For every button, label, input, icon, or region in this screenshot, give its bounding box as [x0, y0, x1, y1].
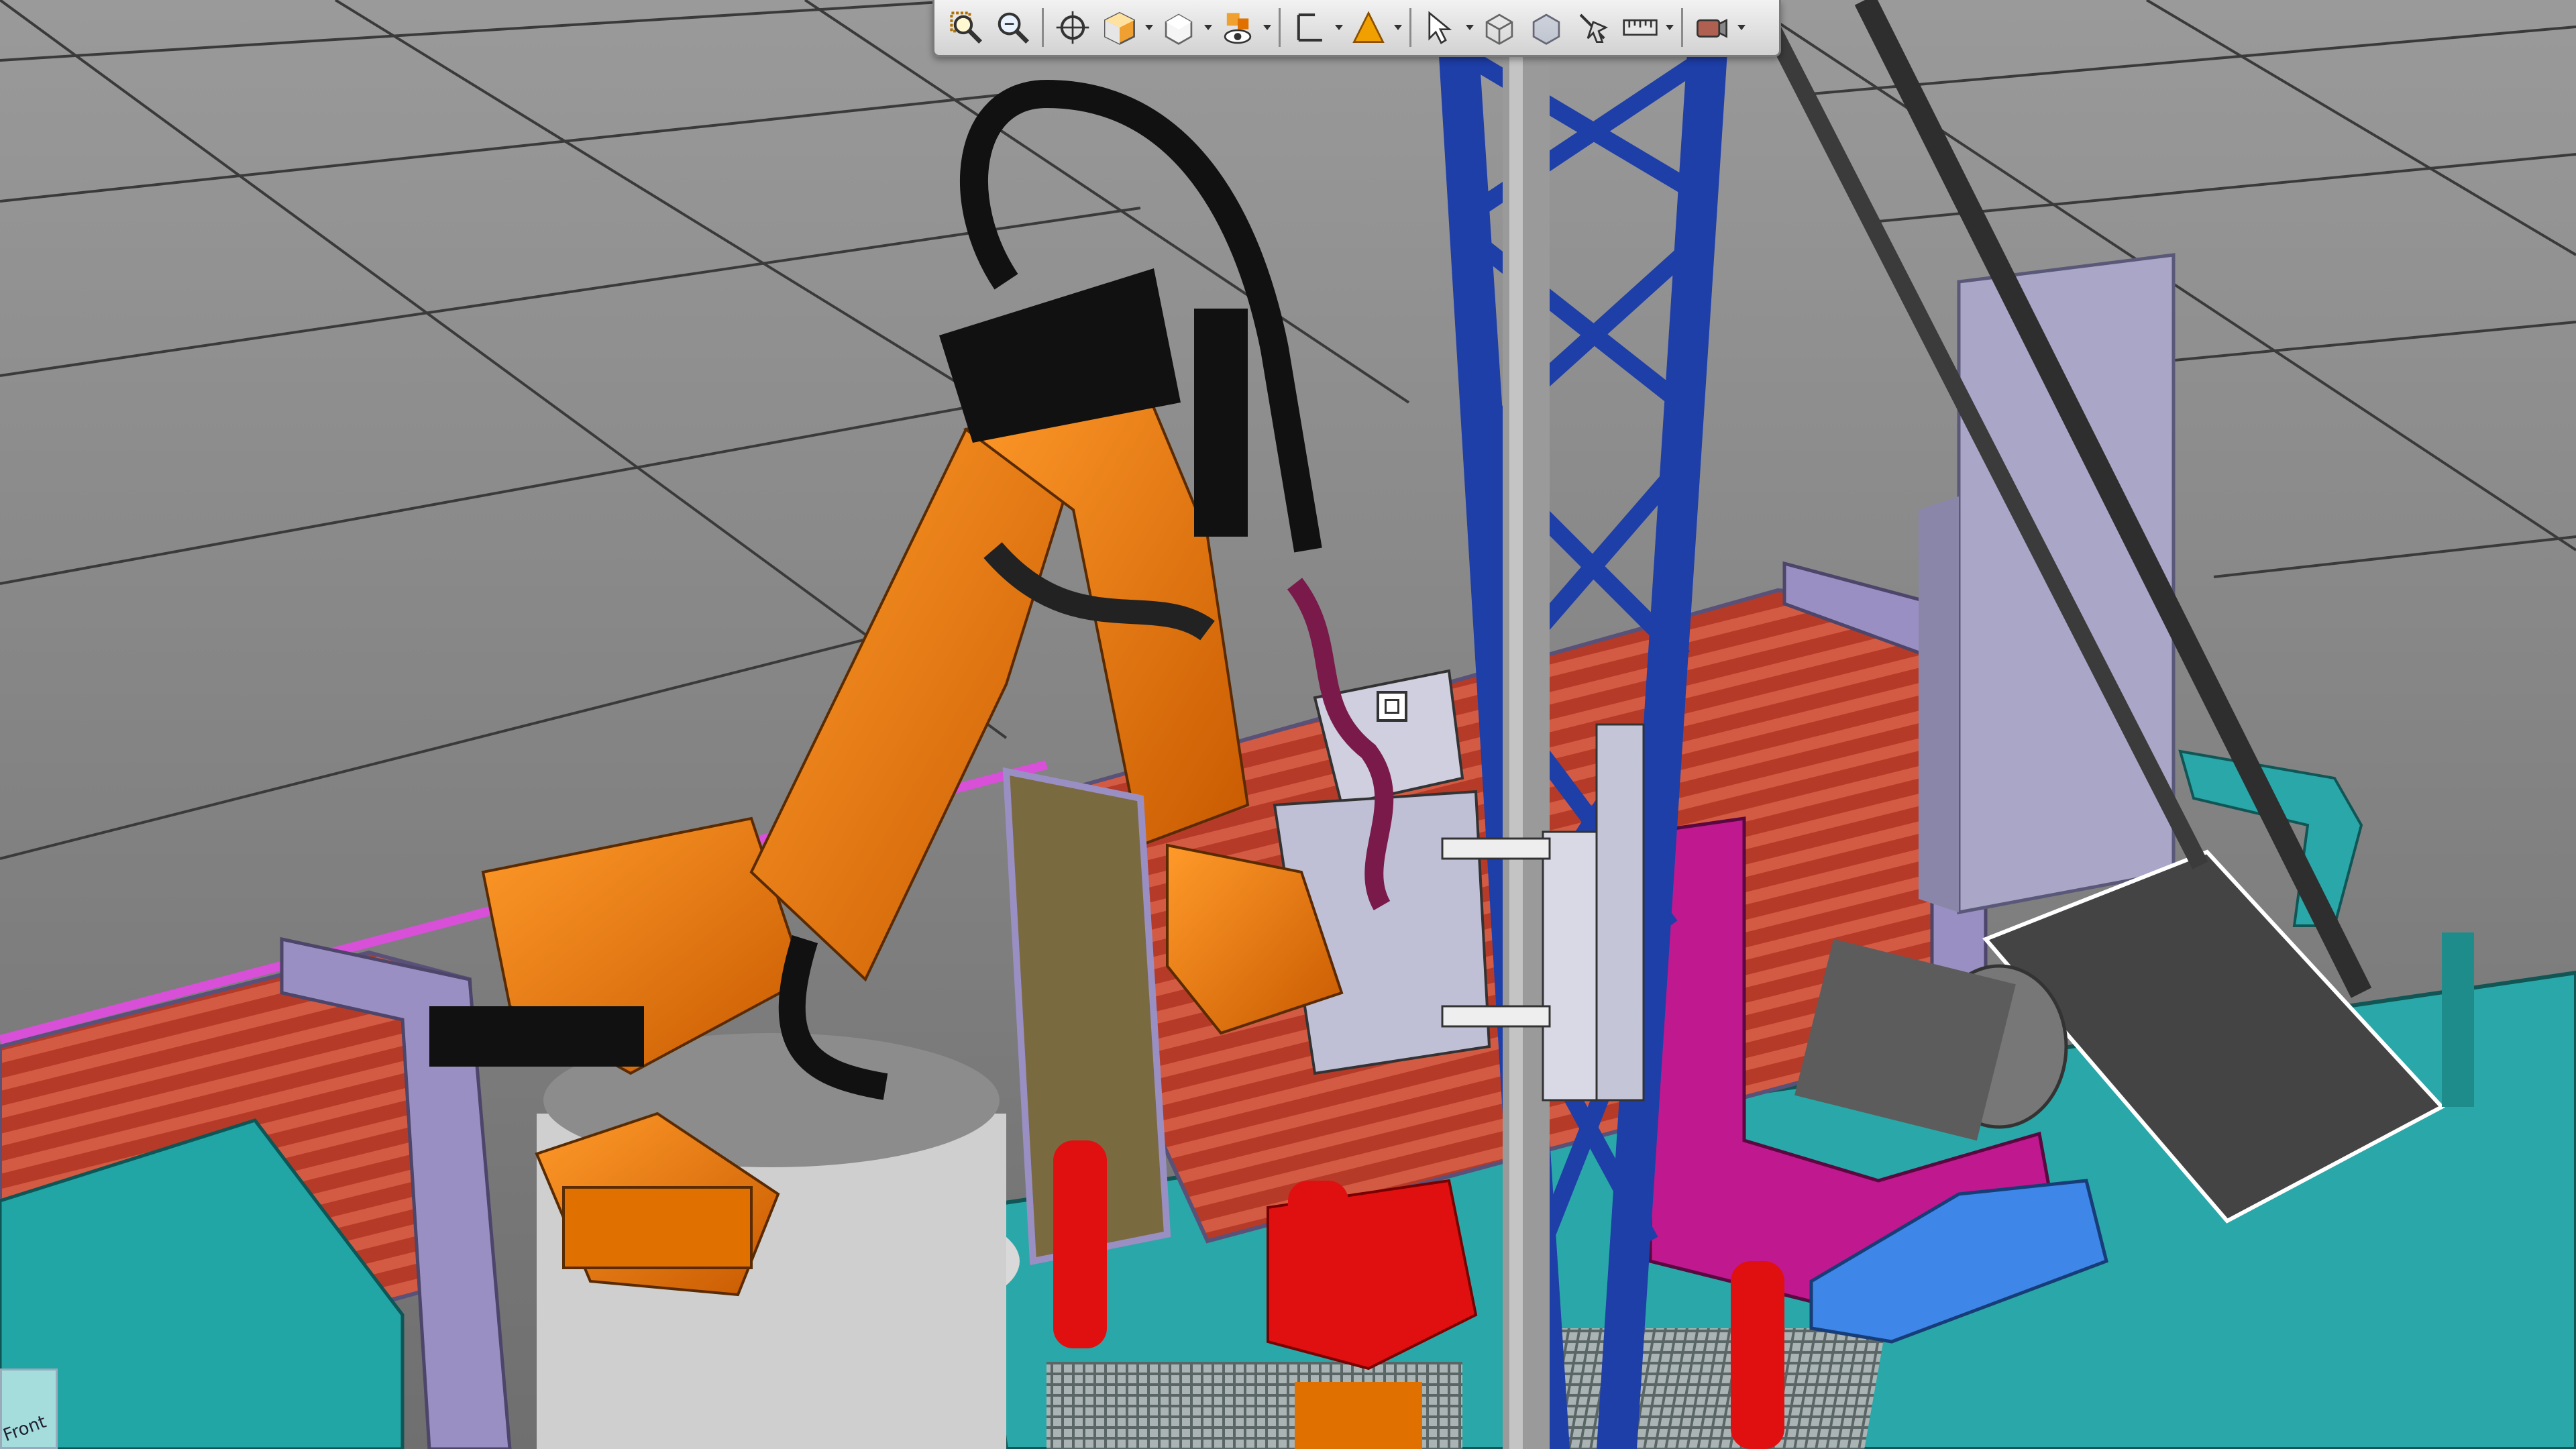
- select-button[interactable]: [1418, 5, 1462, 50]
- orange-flange: [1295, 1382, 1422, 1449]
- 3d-scene[interactable]: [0, 0, 2576, 1449]
- visibility-button[interactable]: [1216, 5, 1260, 50]
- viewport-toolbar: [932, 0, 1781, 57]
- center-view-button[interactable]: [1051, 5, 1095, 50]
- toolbar-separator: [1042, 8, 1044, 47]
- snap-point-button[interactable]: [1346, 5, 1391, 50]
- camera-icon: [1697, 19, 1727, 38]
- transparent-box-icon: [1532, 13, 1560, 45]
- select-dropdown[interactable]: [1465, 5, 1474, 50]
- render-mode-dropdown[interactable]: [1144, 5, 1154, 50]
- deck-grating-2: [1515, 1328, 1886, 1449]
- zoom-button[interactable]: [991, 5, 1035, 50]
- wire-box-icon: [1485, 13, 1513, 45]
- eye-icon: [1224, 13, 1252, 44]
- visibility-dropdown[interactable]: [1263, 5, 1272, 50]
- box-select-button[interactable]: [1477, 5, 1521, 50]
- view-mode-dropdown[interactable]: [1203, 5, 1213, 50]
- red-bollard-2: [1731, 1261, 1784, 1449]
- render-mode-button[interactable]: [1097, 5, 1142, 50]
- solid-box-icon: [1165, 13, 1193, 45]
- shaded-cube-icon: [1104, 11, 1135, 45]
- snap-point-dropdown[interactable]: [1393, 5, 1403, 50]
- power-cabinet[interactable]: [1957, 253, 2176, 915]
- frames-dropdown[interactable]: [1334, 5, 1344, 50]
- power-cabinet-side: [1919, 496, 1959, 912]
- zoom-window-button[interactable]: [944, 5, 988, 50]
- record-dropdown[interactable]: [1737, 5, 1746, 50]
- toolbar-separator: [1279, 8, 1281, 47]
- jog-button[interactable]: [1571, 5, 1615, 50]
- toolbar-separator: [1409, 8, 1411, 47]
- orange-triangle-icon: [1352, 11, 1385, 43]
- teal-post: [2442, 932, 2474, 1107]
- frame-gizmo-icon[interactable]: [1377, 691, 1407, 722]
- crosshair-icon: [1056, 11, 1089, 44]
- frames-button[interactable]: [1287, 5, 1332, 50]
- zoom-icon: [998, 12, 1029, 44]
- ruler-icon: [1623, 19, 1658, 36]
- pointer-select-icon: [1428, 11, 1452, 44]
- toolbar-separator: [1681, 8, 1683, 47]
- record-button[interactable]: [1690, 5, 1734, 50]
- red-valve-top: [1288, 1181, 1348, 1234]
- red-bollard-1: [1053, 1140, 1107, 1348]
- transparent-box-button[interactable]: [1524, 5, 1568, 50]
- jog-hand-icon: [1579, 13, 1609, 43]
- view-mode-button[interactable]: [1157, 5, 1201, 50]
- frame-axes-icon: [1297, 13, 1322, 42]
- zoom-window-icon: [950, 11, 982, 44]
- 3d-viewport[interactable]: Front: [0, 0, 2576, 1449]
- measure-dropdown[interactable]: [1665, 5, 1674, 50]
- measure-button[interactable]: [1618, 5, 1662, 50]
